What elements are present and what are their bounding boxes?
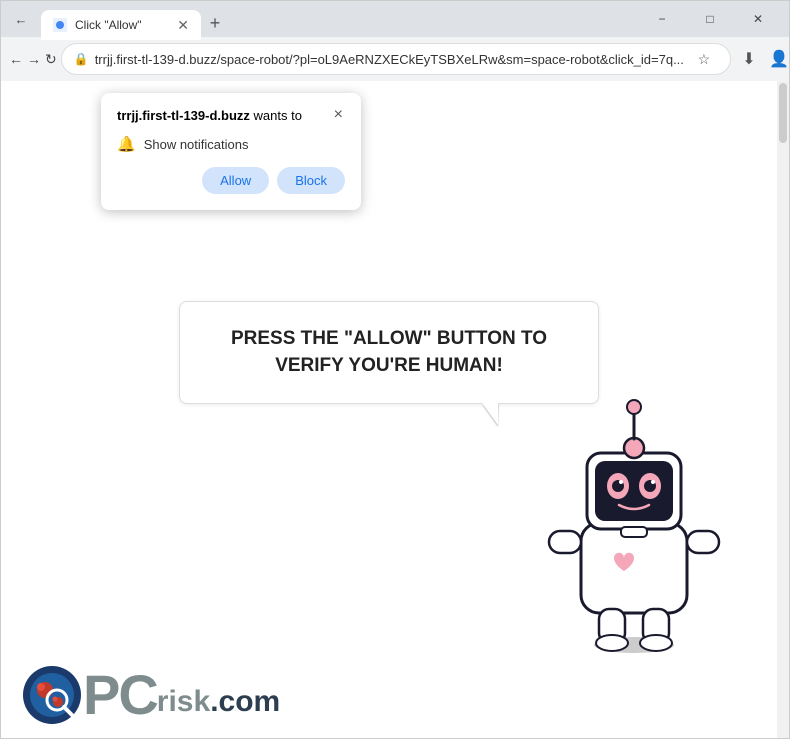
pcrisk-logo: PC risk .com bbox=[21, 664, 280, 726]
pcrisk-ball-icon bbox=[21, 664, 83, 726]
block-button[interactable]: Block bbox=[277, 167, 345, 194]
popup-wants-text: wants to bbox=[250, 108, 302, 123]
maximize-button[interactable]: □ bbox=[687, 4, 733, 34]
download-button[interactable]: ⬇ bbox=[735, 45, 763, 73]
browser-back-titlebar[interactable]: ← bbox=[9, 7, 33, 31]
speech-bubble-text: PRESS THE "ALLOW" BUTTON TO VERIFY YOU'R… bbox=[231, 328, 547, 376]
popup-site-info: trrjj.first-tl-139-d.buzz wants to bbox=[117, 107, 302, 125]
forward-button[interactable]: → bbox=[27, 43, 41, 75]
robot-svg bbox=[539, 393, 729, 653]
address-bar[interactable]: trrjj.first-tl-139-d.buzz/space-robot/?p… bbox=[95, 52, 684, 67]
robot-container bbox=[539, 393, 729, 658]
browser-window: ← Click "Allow" ✕ + − □ ✕ ← → ↻ 🔒 trrjj.… bbox=[0, 0, 790, 739]
tab-favicon bbox=[53, 18, 67, 32]
pcrisk-text-group: PC risk .com bbox=[83, 667, 280, 723]
active-tab[interactable]: Click "Allow" ✕ bbox=[41, 10, 201, 40]
tab-close-button[interactable]: ✕ bbox=[177, 18, 189, 32]
back-button[interactable]: ← bbox=[9, 43, 23, 75]
bookmark-button[interactable]: ☆ bbox=[690, 45, 718, 73]
reload-button[interactable]: ↻ bbox=[45, 43, 57, 75]
popup-actions: Allow Block bbox=[117, 167, 345, 194]
popup-notification-label: Show notifications bbox=[144, 137, 249, 152]
page-content: trrjj.first-tl-139-d.buzz wants to × 🔔 S… bbox=[1, 81, 789, 738]
popup-notification-row: 🔔 Show notifications bbox=[117, 135, 345, 153]
notification-popup: trrjj.first-tl-139-d.buzz wants to × 🔔 S… bbox=[101, 93, 361, 210]
new-tab-button[interactable]: + bbox=[201, 9, 229, 37]
address-bar-container: 🔒 trrjj.first-tl-139-d.buzz/space-robot/… bbox=[61, 43, 731, 75]
allow-button[interactable]: Allow bbox=[202, 167, 269, 194]
popup-site-name: trrjj.first-tl-139-d.buzz bbox=[117, 108, 250, 123]
scrollbar-thumb[interactable] bbox=[779, 83, 787, 143]
profile-button[interactable]: 👤 bbox=[765, 45, 790, 73]
risk-letters: risk bbox=[157, 687, 210, 717]
speech-bubble: PRESS THE "ALLOW" BUTTON TO VERIFY YOU'R… bbox=[179, 301, 599, 404]
tab-title: Click "Allow" bbox=[75, 18, 169, 32]
minimize-button[interactable]: − bbox=[639, 4, 685, 34]
close-button[interactable]: ✕ bbox=[735, 4, 781, 34]
bell-icon: 🔔 bbox=[117, 135, 136, 153]
title-bar: ← Click "Allow" ✕ + − □ ✕ bbox=[1, 1, 789, 37]
lock-icon: 🔒 bbox=[74, 52, 89, 66]
nav-right: ⬇ 👤 ⋮ bbox=[735, 45, 790, 73]
pc-letters: PC bbox=[83, 667, 157, 723]
tab-bar: Click "Allow" ✕ + bbox=[41, 1, 635, 37]
popup-header: trrjj.first-tl-139-d.buzz wants to × bbox=[117, 107, 345, 125]
popup-close-button[interactable]: × bbox=[332, 107, 345, 123]
nav-bar: ← → ↻ 🔒 trrjj.first-tl-139-d.buzz/space-… bbox=[1, 37, 789, 81]
scrollbar[interactable] bbox=[777, 81, 789, 738]
title-bar-controls: − □ ✕ bbox=[639, 4, 781, 34]
window-controls: ← bbox=[9, 7, 33, 31]
dot-com-text: .com bbox=[210, 687, 280, 717]
